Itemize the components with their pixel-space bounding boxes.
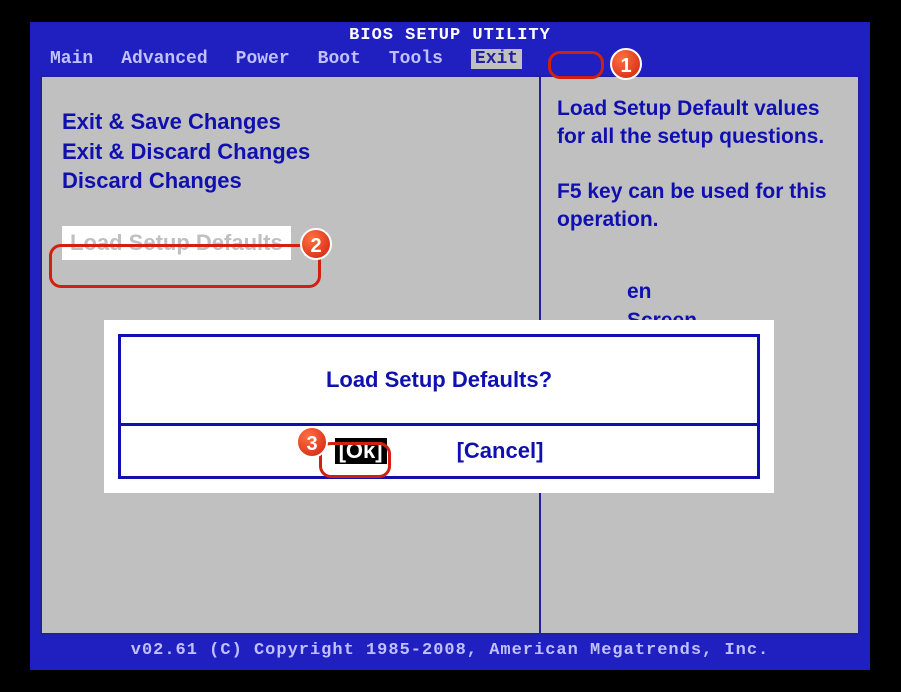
- help-description-1: Load Setup Default values for all the se…: [557, 95, 842, 152]
- cancel-button[interactable]: [Cancel]: [457, 438, 544, 464]
- help-description-2: F5 key can be used for this operation.: [557, 178, 842, 235]
- tab-advanced[interactable]: Advanced: [121, 49, 207, 69]
- menu-load-defaults[interactable]: Load Setup Defaults: [62, 226, 291, 260]
- footer-copyright: v02.61 (C) Copyright 1985-2008, American…: [30, 635, 870, 666]
- dialog-buttons: [Ok] [Cancel]: [121, 423, 757, 476]
- menu-exit-save[interactable]: Exit & Save Changes: [62, 107, 519, 137]
- dialog-title: Load Setup Defaults?: [121, 337, 757, 423]
- tab-power[interactable]: Power: [236, 49, 290, 69]
- menu-discard[interactable]: Discard Changes: [62, 166, 519, 196]
- ok-button[interactable]: [Ok]: [335, 438, 387, 464]
- menu-exit-discard[interactable]: Exit & Discard Changes: [62, 137, 519, 167]
- tab-bar: Main Advanced Power Boot Tools Exit: [30, 47, 870, 75]
- tab-main[interactable]: Main: [50, 49, 93, 69]
- confirm-dialog: Load Setup Defaults? [Ok] [Cancel]: [104, 320, 774, 493]
- title-bar: BIOS SETUP UTILITY: [30, 22, 870, 47]
- tab-exit[interactable]: Exit: [471, 49, 522, 69]
- tab-boot[interactable]: Boot: [318, 49, 361, 69]
- tab-tools[interactable]: Tools: [389, 49, 443, 69]
